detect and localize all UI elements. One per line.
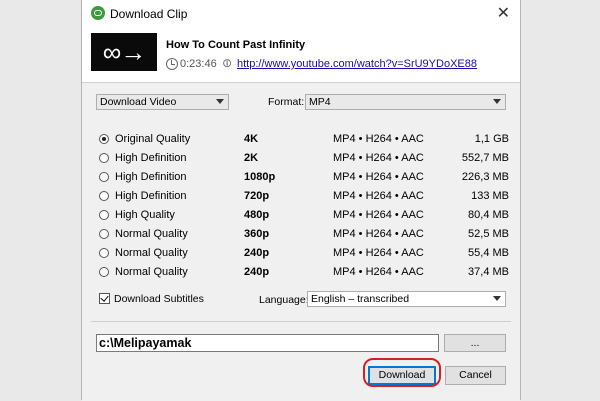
quality-format: MP4 • H264 • AAC — [333, 152, 424, 164]
chevron-down-icon — [493, 99, 501, 104]
quality-format: MP4 • H264 • AAC — [333, 266, 424, 278]
cancel-button[interactable]: Cancel — [445, 366, 506, 385]
video-url-link[interactable]: http://www.youtube.com/watch?v=SrU9YDoXE… — [237, 58, 477, 70]
radio-button[interactable] — [99, 229, 109, 239]
radio-button[interactable] — [99, 191, 109, 201]
quality-size: 37,4 MB — [468, 266, 509, 278]
quality-option[interactable]: High Definition 1080p MP4 • H264 • AAC 2… — [99, 170, 509, 186]
quality-name: Normal Quality — [115, 247, 188, 259]
language-value: English – transcribed — [311, 293, 410, 305]
link-icon: ⊘ — [218, 54, 236, 72]
quality-name: High Definition — [115, 171, 187, 183]
chevron-down-icon — [216, 99, 224, 104]
quality-resolution: 240p — [244, 266, 270, 278]
clock-icon — [166, 58, 178, 70]
format-label: Format: — [268, 96, 305, 108]
download-clip-dialog: Download Clip ✕ ∞→ How To Count Past Inf… — [81, 0, 521, 401]
quality-option[interactable]: Normal Quality 360p MP4 • H264 • AAC 52,… — [99, 227, 509, 243]
quality-option[interactable]: High Definition 720p MP4 • H264 • AAC 13… — [99, 189, 509, 205]
radio-button[interactable] — [99, 153, 109, 163]
video-duration: 0:23:46 — [180, 58, 217, 70]
format-value: MP4 — [309, 96, 331, 108]
quality-format: MP4 • H264 • AAC — [333, 133, 424, 145]
quality-resolution: 2K — [244, 152, 259, 164]
quality-format: MP4 • H264 • AAC — [333, 171, 424, 183]
quality-resolution: 4K — [244, 133, 259, 145]
quality-name: Normal Quality — [115, 228, 188, 240]
quality-size: 1,1 GB — [474, 133, 509, 145]
chevron-down-icon — [493, 296, 501, 301]
quality-option[interactable]: High Definition 2K MP4 • H264 • AAC 552,… — [99, 151, 509, 167]
quality-name: High Quality — [115, 209, 175, 221]
options-panel: Download Video Format: MP4 Original Qual… — [82, 82, 520, 401]
download-subtitles-checkbox[interactable] — [99, 293, 110, 304]
app-icon — [91, 6, 105, 20]
quality-name: High Definition — [115, 190, 187, 202]
quality-option[interactable]: Original Quality 4K MP4 • H264 • AAC 1,1… — [99, 132, 509, 148]
quality-name: Normal Quality — [115, 266, 188, 278]
quality-option[interactable]: Normal Quality 240p MP4 • H264 • AAC 37,… — [99, 265, 509, 281]
quality-size: 552,7 MB — [461, 152, 509, 164]
quality-size: 52,5 MB — [468, 228, 509, 240]
quality-resolution: 720p — [244, 190, 270, 202]
quality-size: 80,4 MB — [468, 209, 509, 221]
quality-size: 133 MB — [471, 190, 509, 202]
quality-resolution: 480p — [244, 209, 270, 221]
browse-button[interactable]: ... — [444, 334, 506, 352]
format-select[interactable]: MP4 — [305, 94, 506, 110]
quality-name: Original Quality — [115, 133, 191, 145]
download-subtitles-label: Download Subtitles — [114, 293, 204, 305]
divider — [91, 321, 511, 322]
quality-option[interactable]: Normal Quality 240p MP4 • H264 • AAC 55,… — [99, 246, 509, 262]
quality-format: MP4 • H264 • AAC — [333, 190, 424, 202]
radio-button[interactable] — [99, 248, 109, 258]
quality-name: High Definition — [115, 152, 187, 164]
quality-resolution: 1080p — [244, 171, 276, 183]
video-info: ∞→ How To Count Past Infinity 0:23:46 ⊘ … — [82, 28, 520, 82]
video-title: How To Count Past Infinity — [166, 39, 306, 51]
quality-size: 55,4 MB — [468, 247, 509, 259]
radio-button[interactable] — [99, 210, 109, 220]
quality-format: MP4 • H264 • AAC — [333, 209, 424, 221]
radio-button[interactable] — [99, 134, 109, 144]
download-type-select[interactable]: Download Video — [96, 94, 229, 110]
quality-format: MP4 • H264 • AAC — [333, 247, 424, 259]
language-label: Language: — [259, 294, 309, 306]
save-path-input[interactable]: c:\Melipayamak — [96, 334, 439, 352]
video-thumbnail: ∞→ — [91, 33, 157, 71]
close-icon[interactable]: ✕ — [497, 3, 510, 23]
quality-size: 226,3 MB — [461, 171, 509, 183]
download-highlight-circle — [363, 358, 441, 387]
quality-resolution: 360p — [244, 228, 270, 240]
radio-button[interactable] — [99, 172, 109, 182]
radio-button[interactable] — [99, 267, 109, 277]
quality-format: MP4 • H264 • AAC — [333, 228, 424, 240]
download-type-value: Download Video — [100, 96, 177, 108]
title-bar: Download Clip ✕ — [82, 0, 520, 28]
quality-option[interactable]: High Quality 480p MP4 • H264 • AAC 80,4 … — [99, 208, 509, 224]
language-select[interactable]: English – transcribed — [307, 291, 506, 307]
window-title: Download Clip — [110, 7, 188, 21]
quality-resolution: 240p — [244, 247, 270, 259]
